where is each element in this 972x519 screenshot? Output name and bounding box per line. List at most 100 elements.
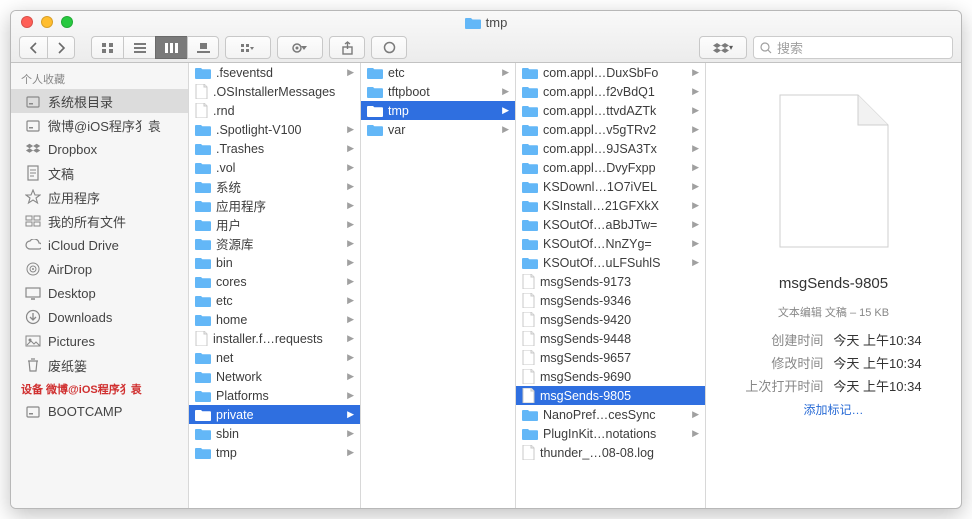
folder-row[interactable]: PlugInKit…notations▶ [516, 424, 705, 443]
disclosure-arrow-icon: ▶ [692, 105, 701, 116]
folder-row[interactable]: tmp▶ [189, 443, 360, 462]
folder-row[interactable]: KSInstall…21GFXkX▶ [516, 196, 705, 215]
folder-icon [195, 351, 211, 364]
sidebar-item-label: 文稿 [48, 164, 74, 183]
sidebar-item[interactable]: 文稿 [11, 161, 188, 185]
folder-row[interactable]: com.appl…DuxSbFo▶ [516, 63, 705, 82]
folder-row[interactable]: .fseventsd▶ [189, 63, 360, 82]
folder-icon [195, 180, 211, 193]
folder-row[interactable]: .vol ▶ [189, 158, 360, 177]
file-row[interactable]: thunder_…08-08.log [516, 443, 705, 462]
view-list-button[interactable] [123, 36, 155, 59]
sidebar-item[interactable]: Pictures [11, 329, 188, 353]
folder-row[interactable]: 系统▶ [189, 177, 360, 196]
file-row[interactable]: installer.f…requests▶ [189, 329, 360, 348]
folder-row[interactable]: 应用程序▶ [189, 196, 360, 215]
folder-row[interactable]: Platforms▶ [189, 386, 360, 405]
folder-row[interactable]: 用户▶ [189, 215, 360, 234]
dropbox-button[interactable]: ▾ [699, 36, 747, 59]
sidebar-item[interactable]: 系统根目录 [11, 89, 188, 113]
sidebar-item[interactable]: 应用程序 [11, 185, 188, 209]
folder-row[interactable]: tftpboot▶ [361, 82, 515, 101]
row-label: .fseventsd [216, 66, 342, 80]
folder-row[interactable]: com.appl…DvyFxpp▶ [516, 158, 705, 177]
row-label: com.appl…DuxSbFo [543, 66, 687, 80]
folder-icon [522, 218, 538, 231]
sidebar-item[interactable]: AirDrop [11, 257, 188, 281]
file-row[interactable]: msgSends-9173 [516, 272, 705, 291]
folder-row[interactable]: KSOutOf…uLFSuhlS▶ [516, 253, 705, 272]
folder-row[interactable]: var▶ [361, 120, 515, 139]
file-icon [522, 369, 535, 384]
content-area: 个人收藏系统根目录微博@iOS程序犭袁Dropbox文稿应用程序我的所有文件iC… [11, 63, 961, 508]
folder-row[interactable]: KSDownl…1O7iVEL▶ [516, 177, 705, 196]
sidebar-item[interactable]: 我的所有文件 [11, 209, 188, 233]
folder-row[interactable]: KSOutOf…aBbJTw=▶ [516, 215, 705, 234]
folder-row[interactable]: com.appl…ttvdAZTk▶ [516, 101, 705, 120]
action-button[interactable] [277, 36, 323, 59]
sidebar-item[interactable]: BOOTCAMP [11, 399, 188, 423]
arrange-button[interactable] [225, 36, 271, 59]
file-row[interactable]: msgSends-9346 [516, 291, 705, 310]
file-row[interactable]: msgSends-9448 [516, 329, 705, 348]
back-button[interactable] [19, 36, 47, 59]
traffic-lights [11, 16, 73, 28]
folder-row[interactable]: etc▶ [189, 291, 360, 310]
folder-row[interactable]: tmp▶ [361, 101, 515, 120]
disclosure-arrow-icon: ▶ [502, 67, 511, 78]
view-coverflow-button[interactable] [187, 36, 219, 59]
row-label: tmp [388, 104, 497, 118]
file-row[interactable]: msgSends-9657 [516, 348, 705, 367]
folder-row[interactable]: .Trashes▶ [189, 139, 360, 158]
file-row[interactable]: msgSends-9690 [516, 367, 705, 386]
folder-row[interactable]: KSOutOf…NnZYg=▶ [516, 234, 705, 253]
disclosure-arrow-icon: ▶ [347, 162, 356, 173]
sidebar-item[interactable]: Dropbox [11, 137, 188, 161]
sidebar-item[interactable]: iCloud Drive [11, 233, 188, 257]
row-label: .vol [216, 161, 342, 175]
folder-row[interactable]: etc▶ [361, 63, 515, 82]
close-button[interactable] [21, 16, 33, 28]
sidebar-item[interactable]: 废纸篓 [11, 353, 188, 377]
forward-button[interactable] [47, 36, 75, 59]
folder-row[interactable]: NanoPref…cesSync▶ [516, 405, 705, 424]
folder-row[interactable]: private▶ [189, 405, 360, 424]
share-button[interactable] [329, 36, 365, 59]
column-1[interactable]: .fseventsd▶.OSInstallerMessages.rnd.Spot… [189, 63, 361, 508]
sidebar-item[interactable]: 微博@iOS程序犭袁 [11, 113, 188, 137]
file-row[interactable]: .OSInstallerMessages [189, 82, 360, 101]
folder-row[interactable]: 资源库▶ [189, 234, 360, 253]
folder-row[interactable]: sbin▶ [189, 424, 360, 443]
file-row[interactable]: msgSends-9420 [516, 310, 705, 329]
file-row[interactable]: .rnd [189, 101, 360, 120]
doc-icon [25, 165, 41, 181]
folder-row[interactable]: home▶ [189, 310, 360, 329]
sidebar[interactable]: 个人收藏系统根目录微博@iOS程序犭袁Dropbox文稿应用程序我的所有文件iC… [11, 63, 189, 508]
tags-button[interactable] [371, 36, 407, 59]
disclosure-arrow-icon: ▶ [347, 219, 356, 230]
folder-row[interactable]: com.appl…v5gTRv2▶ [516, 120, 705, 139]
minimize-button[interactable] [41, 16, 53, 28]
search-field[interactable]: 搜索 [753, 36, 953, 59]
sidebar-item[interactable]: Desktop [11, 281, 188, 305]
folder-row[interactable]: com.appl…f2vBdQ1▶ [516, 82, 705, 101]
folder-row[interactable]: net▶ [189, 348, 360, 367]
search-icon [760, 42, 772, 54]
view-column-button[interactable] [155, 36, 187, 59]
folder-icon [195, 313, 211, 326]
folder-row[interactable]: cores▶ [189, 272, 360, 291]
zoom-button[interactable] [61, 16, 73, 28]
preview-meta-key: 创建时间 [745, 330, 823, 349]
sidebar-item[interactable]: Downloads [11, 305, 188, 329]
folder-row[interactable]: .Spotlight-V100▶ [189, 120, 360, 139]
file-row[interactable]: msgSends-9805 [516, 386, 705, 405]
folder-row[interactable]: bin▶ [189, 253, 360, 272]
disclosure-arrow-icon: ▶ [347, 257, 356, 268]
add-tag-button[interactable]: 添加标记… [803, 401, 863, 418]
column-3[interactable]: com.appl…DuxSbFo▶com.appl…f2vBdQ1▶com.ap… [516, 63, 706, 508]
file-icon [195, 84, 208, 99]
folder-row[interactable]: Network▶ [189, 367, 360, 386]
folder-row[interactable]: com.appl…9JSA3Tx▶ [516, 139, 705, 158]
view-icon-button[interactable] [91, 36, 123, 59]
column-2[interactable]: etc▶tftpboot▶tmp▶var▶ [361, 63, 516, 508]
